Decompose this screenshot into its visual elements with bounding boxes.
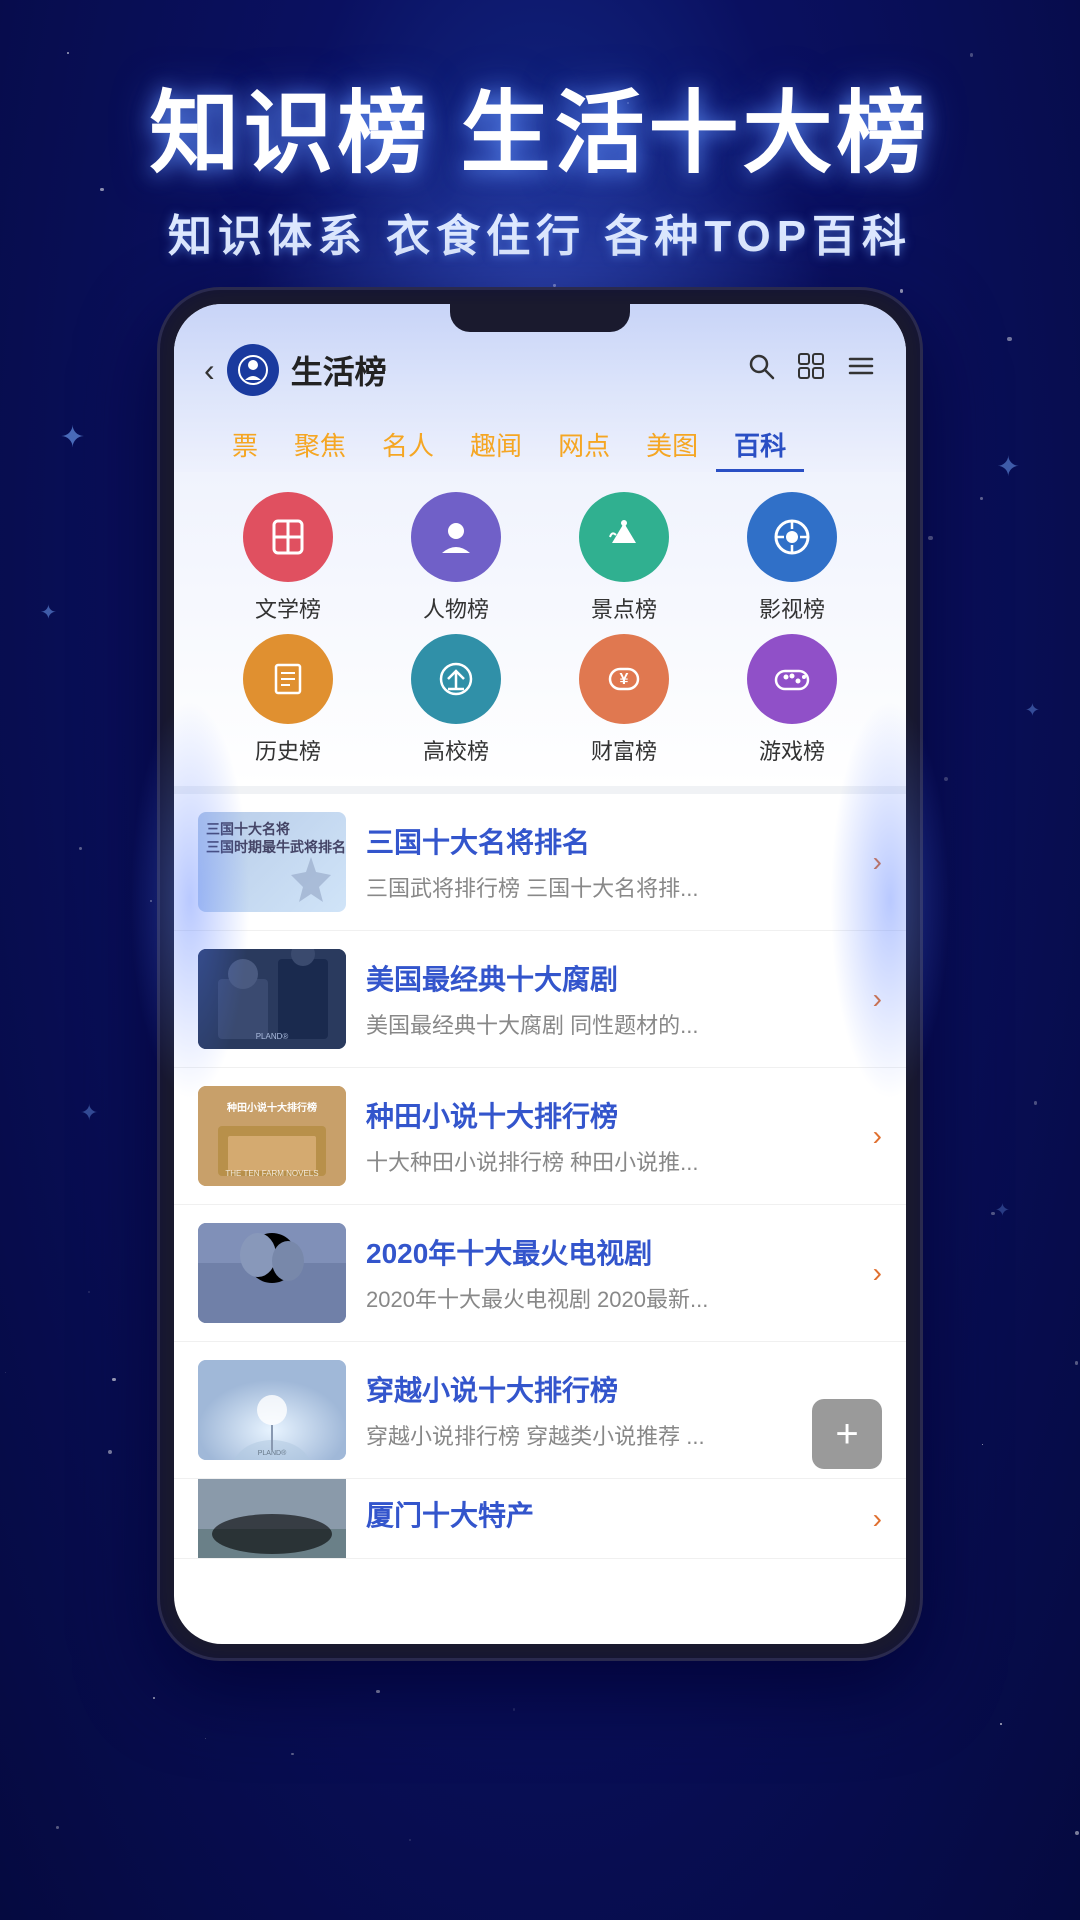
list-title-4: 2020年十大最火电视剧 — [366, 1232, 853, 1272]
list-desc-5: 穿越小说排行榜 穿越类小说推荐 ... — [366, 1419, 853, 1451]
cat-wenxue-icon — [243, 492, 333, 582]
cat-jingdian-icon — [579, 492, 669, 582]
cat-wenxue[interactable]: 文学榜 — [204, 492, 372, 624]
list-thumb-3: 种田小说十大排行榜 THE TEN FARM NOVELS — [198, 1086, 346, 1186]
list-item-5[interactable]: PLAND® 穿越小说十大排行榜 穿越小说排行榜 穿越类小说推荐 ... › — [174, 1342, 906, 1479]
cat-youxi-label: 游戏榜 — [759, 734, 825, 766]
cat-renwu-label: 人物榜 — [423, 592, 489, 624]
list-desc-4: 2020年十大最火电视剧 2020最新... — [366, 1282, 853, 1314]
tab-quwen[interactable]: 趣闻 — [452, 420, 540, 472]
tab-piao[interactable]: 票 — [214, 420, 276, 472]
categories-grid: 文学榜 人物榜 景点榜 — [174, 472, 906, 786]
list-item-3[interactable]: 种田小说十大排行榜 THE TEN FARM NOVELS 种田小说十大排行榜 … — [174, 1068, 906, 1205]
list-title-6: 厦门十大特产 — [366, 1494, 853, 1534]
tab-wangdian[interactable]: 网点 — [540, 420, 628, 472]
list-section: 三国十大名将三国时期最牛武将排名 三国十大名将排名 三国武将排行榜 三国十大名将… — [174, 786, 906, 1559]
nav-tabs: 票 聚焦 名人 趣闻 网点 美图 百科 — [204, 412, 876, 472]
cat-yingshi-label: 影视榜 — [759, 592, 825, 624]
phone-frame: ‹ 生活榜 — [160, 290, 920, 1658]
header-title: 生活榜 — [291, 347, 387, 393]
cat-renwu-icon — [411, 492, 501, 582]
hero-subtitle: 知识体系 衣食住行 各种TOP百科 — [0, 200, 1080, 264]
deco-star-2: ✦ — [40, 600, 57, 625]
header-icons — [746, 351, 876, 389]
list-content-2: 美国最经典十大腐剧 美国最经典十大腐剧 同性题材的... — [366, 958, 853, 1040]
tab-baike[interactable]: 百科 — [716, 420, 804, 472]
cat-caifu-icon: ¥ — [579, 634, 669, 724]
list-thumb-5: PLAND® — [198, 1360, 346, 1460]
cat-gaoxiao-icon — [411, 634, 501, 724]
deco-star-6: ✦ — [995, 1200, 1010, 1221]
list-item-1[interactable]: 三国十大名将三国时期最牛武将排名 三国十大名将排名 三国武将排行榜 三国十大名将… — [174, 794, 906, 931]
hero-title: 知识榜 生活十大榜 — [0, 60, 1080, 190]
cat-renwu[interactable]: 人物榜 — [372, 492, 540, 624]
list-content-6: 厦门十大特产 — [366, 1494, 853, 1544]
cat-jingdian[interactable]: 景点榜 — [540, 492, 708, 624]
app-logo — [227, 344, 279, 396]
list-item-2[interactable]: PLAND® 美国最经典十大腐剧 美国最经典十大腐剧 同性题材的... › — [174, 931, 906, 1068]
phone-notch — [450, 304, 630, 332]
cat-yingshi-icon — [747, 492, 837, 582]
cat-gaoxiao-label: 高校榜 — [423, 734, 489, 766]
list-icon[interactable] — [846, 351, 876, 389]
list-title-3: 种田小说十大排行榜 — [366, 1095, 853, 1135]
deco-star-4: ✦ — [1025, 700, 1040, 721]
cat-gaoxiao[interactable]: 高校榜 — [372, 634, 540, 766]
list-item-4[interactable]: 2020年十大最火电视剧 2020年十大最火电视剧 2020最新... › — [174, 1205, 906, 1342]
svg-text:PLAND®: PLAND® — [256, 1032, 289, 1041]
svg-text:¥: ¥ — [620, 671, 629, 688]
fab-button[interactable]: + — [812, 1399, 882, 1469]
deco-star-5: ✦ — [80, 1100, 98, 1126]
search-icon[interactable] — [746, 351, 776, 389]
svg-text:种田小说十大排行榜: 种田小说十大排行榜 — [226, 1101, 317, 1114]
hero: 知识榜 生活十大榜 知识体系 衣食住行 各种TOP百科 — [0, 0, 1080, 264]
svg-text:PLAND®: PLAND® — [258, 1449, 287, 1457]
list-item-6[interactable]: 厦门十大特产 › — [174, 1479, 906, 1559]
list-desc-2: 美国最经典十大腐剧 同性题材的... — [366, 1008, 853, 1040]
list-thumb-6 — [198, 1479, 346, 1559]
list-arrow-3: › — [873, 1120, 882, 1152]
header-left: ‹ 生活榜 — [204, 344, 387, 396]
list-content-5: 穿越小说十大排行榜 穿越小说排行榜 穿越类小说推荐 ... — [366, 1369, 853, 1451]
list-title-2: 美国最经典十大腐剧 — [366, 958, 853, 998]
cat-lishi-label: 历史榜 — [255, 734, 321, 766]
list-arrow-4: › — [873, 1257, 882, 1289]
grid-icon[interactable] — [796, 351, 826, 389]
phone-screen: ‹ 生活榜 — [174, 304, 906, 1644]
back-button[interactable]: ‹ — [204, 352, 215, 389]
list-content-4: 2020年十大最火电视剧 2020年十大最火电视剧 2020最新... — [366, 1232, 853, 1314]
deco-star-1: ✦ — [60, 420, 85, 455]
header-bar: ‹ 生活榜 — [204, 344, 876, 396]
side-glow-right — [830, 700, 950, 1100]
cat-lishi-icon — [243, 634, 333, 724]
list-desc-3: 十大种田小说排行榜 种田小说推... — [366, 1145, 853, 1177]
list-arrow-6: › — [873, 1503, 882, 1535]
deco-star-3: ✦ — [997, 450, 1020, 483]
list-desc-1: 三国武将排行榜 三国十大名将排... — [366, 871, 853, 903]
cat-youxi-icon — [747, 634, 837, 724]
list-title-1: 三国十大名将排名 — [366, 821, 853, 861]
list-thumb-4 — [198, 1223, 346, 1323]
cat-caifu-label: 财富榜 — [591, 734, 657, 766]
cat-caifu[interactable]: ¥ 财富榜 — [540, 634, 708, 766]
cat-yingshi[interactable]: 影视榜 — [708, 492, 876, 624]
tab-mingren[interactable]: 名人 — [364, 420, 452, 472]
list-content-3: 种田小说十大排行榜 十大种田小说排行榜 种田小说推... — [366, 1095, 853, 1177]
cat-wenxue-label: 文学榜 — [255, 592, 321, 624]
phone-wrapper: ‹ 生活榜 — [160, 290, 920, 1658]
list-title-5: 穿越小说十大排行榜 — [366, 1369, 853, 1409]
svg-text:THE TEN FARM NOVELS: THE TEN FARM NOVELS — [225, 1169, 318, 1178]
list-content-1: 三国十大名将排名 三国武将排行榜 三国十大名将排... — [366, 821, 853, 903]
tab-jujiao[interactable]: 聚焦 — [276, 420, 364, 472]
cat-jingdian-label: 景点榜 — [591, 592, 657, 624]
side-glow-left — [130, 700, 250, 1100]
tab-meitu[interactable]: 美图 — [628, 420, 716, 472]
